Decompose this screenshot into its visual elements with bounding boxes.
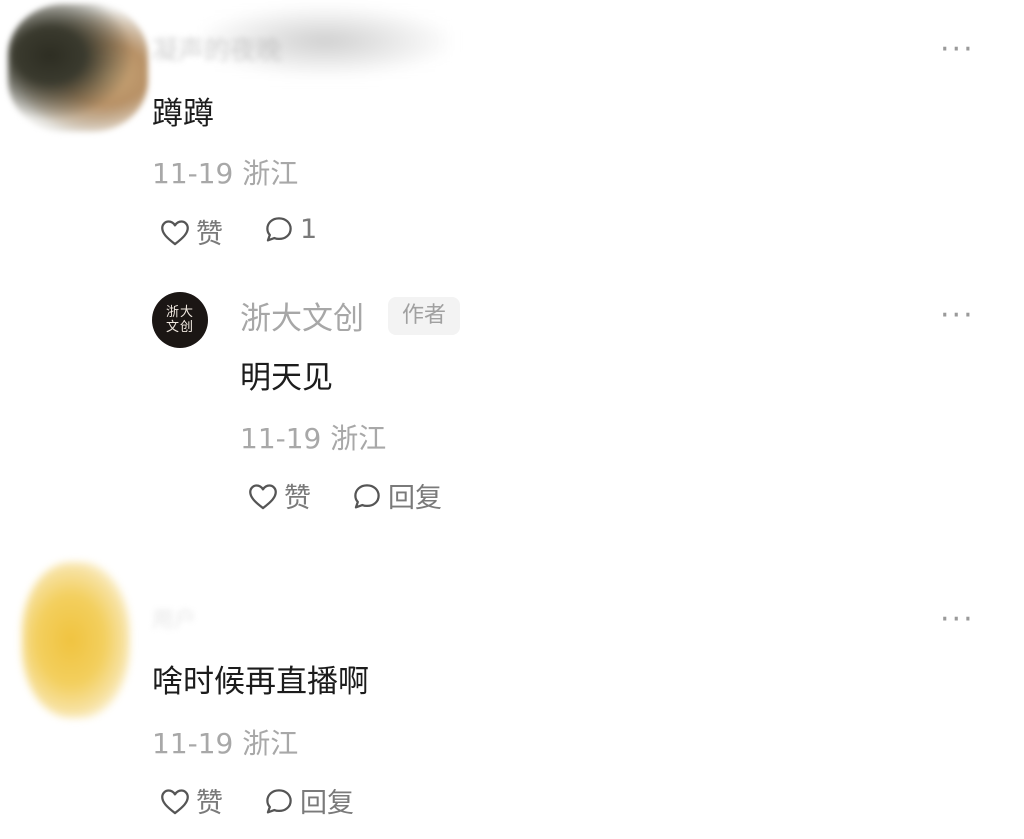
author-name[interactable]: 凝声的夜晚	[152, 30, 282, 67]
more-options-icon[interactable]: ···	[940, 35, 975, 65]
comment-text: 蹲蹲	[152, 96, 214, 132]
reply-button[interactable]: 1	[262, 212, 317, 246]
reply-button[interactable]: 回复	[262, 781, 354, 820]
heart-outline-icon	[249, 483, 277, 509]
heart-outline-icon	[161, 788, 189, 814]
comment-text: 明天见	[240, 360, 333, 396]
reply-button[interactable]: 回复	[350, 476, 442, 515]
avatar-logo-text: 浙大 文创	[165, 305, 194, 335]
like-label: 赞	[196, 788, 223, 819]
like-label: 赞	[284, 483, 311, 514]
author-badge: 作者	[388, 297, 461, 335]
chat-bubble-outline-icon	[354, 483, 380, 508]
heart-outline-icon	[161, 219, 189, 245]
like-label: 赞	[196, 219, 223, 250]
comment-meta: 11-19 浙江	[240, 422, 387, 455]
more-options-icon[interactable]: ···	[940, 301, 975, 331]
reply-label: 回复	[388, 483, 442, 514]
avatar[interactable]	[22, 562, 130, 718]
like-button[interactable]: 赞	[158, 781, 223, 820]
chat-bubble-outline-icon	[266, 217, 292, 242]
avatar[interactable]: 浙大 文创	[152, 292, 208, 348]
comment-text: 啥时候再直播啊	[152, 664, 369, 700]
reply-label: 回复	[300, 788, 354, 819]
author-name[interactable]: 浙大文创	[240, 293, 364, 338]
avatar[interactable]	[8, 4, 148, 132]
like-button[interactable]: 赞	[158, 212, 223, 251]
comment-meta: 11-19 浙江	[152, 727, 299, 760]
reply-count: 1	[300, 213, 318, 245]
more-options-icon[interactable]: ···	[940, 605, 975, 635]
comment-meta: 11-19 浙江	[152, 157, 299, 190]
like-button[interactable]: 赞	[246, 476, 311, 515]
author-name[interactable]: 用户	[152, 602, 196, 634]
chat-bubble-outline-icon	[266, 788, 292, 813]
